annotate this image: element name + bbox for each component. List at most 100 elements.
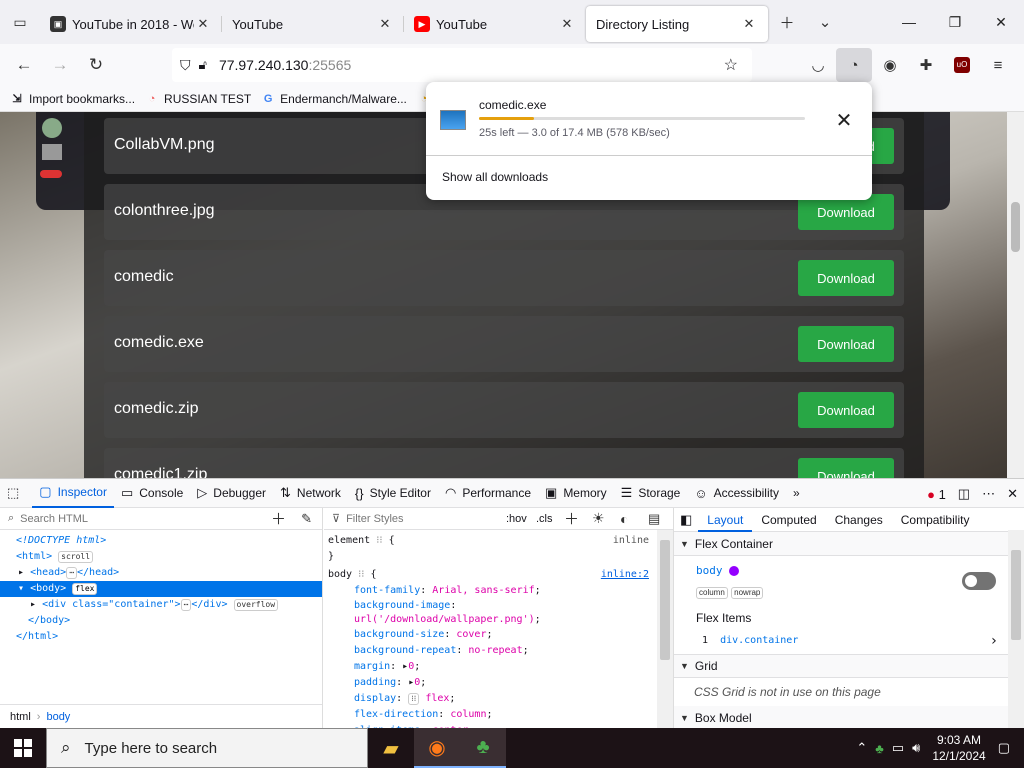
tab-inspector[interactable]: ▢ Inspector bbox=[32, 478, 114, 508]
cancel-download-button[interactable]: ✕ bbox=[830, 106, 858, 134]
flex-badge[interactable]: flex bbox=[72, 583, 98, 595]
error-counter[interactable]: ● 1 bbox=[927, 487, 946, 502]
download-button[interactable]: Download bbox=[798, 458, 894, 478]
css-declaration[interactable]: font-family: Arial, sans-serif; bbox=[328, 583, 669, 599]
hover-states-button[interactable]: :hov bbox=[506, 513, 527, 525]
toggle-sidebar-button[interactable]: ◧ bbox=[674, 508, 698, 532]
bookmark-star-icon[interactable]: ☆ bbox=[724, 55, 738, 75]
tab-performance[interactable]: ◠ Performance bbox=[438, 478, 538, 508]
expand-arrow-icon[interactable]: ▸ bbox=[30, 599, 36, 610]
tree-node-doctype[interactable]: <!DOCTYPE html> bbox=[0, 533, 322, 549]
page-scrollbar[interactable] bbox=[1007, 112, 1024, 478]
rule-source-link[interactable]: inline:2 bbox=[601, 567, 649, 583]
css-declaration[interactable]: flex-direction: column; bbox=[328, 707, 669, 723]
tree-node-html-close[interactable]: </html> bbox=[0, 629, 322, 645]
bookmark-endermanch[interactable]: G Endermanch/Malware... bbox=[261, 92, 407, 106]
reload-button[interactable]: ↻ bbox=[78, 49, 114, 81]
light-theme-icon[interactable]: ☀ bbox=[592, 510, 605, 527]
tab-youtube-2018[interactable]: ▣ YouTube in 2018 - Web ✕ bbox=[40, 6, 222, 42]
volume-icon[interactable]: 🔊︎ bbox=[912, 740, 920, 756]
collapsed-content-icon[interactable]: ⋯ bbox=[180, 599, 192, 611]
eyedropper-icon[interactable]: ✎ bbox=[301, 511, 312, 527]
tree-node-head[interactable]: ▸ <head> ⋯ </head> bbox=[0, 565, 322, 581]
tab-debugger[interactable]: ▷ Debugger bbox=[190, 478, 273, 508]
scroll-badge[interactable]: scroll bbox=[58, 551, 94, 563]
tree-node-body[interactable]: ▾ <body> flex bbox=[0, 581, 322, 597]
tray-app-icon[interactable]: ♣ bbox=[875, 741, 884, 756]
tab-storage[interactable]: ☰ Storage bbox=[614, 478, 688, 508]
search-html-input[interactable]: Search HTML bbox=[20, 513, 88, 525]
dark-theme-icon[interactable]: ◐ bbox=[620, 511, 628, 527]
html-search-bar[interactable]: ⌕ Search HTML ＋ ✎ bbox=[0, 508, 322, 530]
rules-scrollbar[interactable] bbox=[657, 530, 673, 728]
clock[interactable]: 9:03 AM 12/1/2024 bbox=[932, 732, 985, 764]
downloads-button[interactable]: ◔ bbox=[836, 48, 872, 82]
flexbox-overlay-toggle[interactable] bbox=[962, 572, 996, 590]
close-tab-icon[interactable]: ✕ bbox=[194, 16, 212, 32]
chevron-up-icon[interactable]: ⌃ bbox=[856, 740, 867, 756]
scrollbar-thumb[interactable] bbox=[1011, 202, 1020, 252]
add-node-icon[interactable]: ＋ bbox=[271, 508, 286, 529]
tab-youtube-1[interactable]: YouTube ✕ bbox=[222, 6, 404, 42]
layout-scrollbar[interactable] bbox=[1008, 530, 1024, 728]
file-explorer-icon[interactable]: ▰ bbox=[368, 728, 414, 768]
shield-icon[interactable]: ⛉ bbox=[180, 57, 191, 74]
tree-node-div-container[interactable]: ▸ <div class="container"> ⋯ </div> overflo… bbox=[0, 597, 322, 613]
notifications-icon[interactable]: ▢ bbox=[998, 740, 1010, 756]
back-button[interactable]: ← bbox=[6, 49, 42, 81]
collapse-arrow-icon[interactable]: ▾ bbox=[18, 583, 24, 594]
breadcrumb-item[interactable]: body bbox=[46, 711, 70, 723]
download-button[interactable]: Download bbox=[798, 260, 894, 296]
show-all-downloads-link[interactable]: Show all downloads bbox=[442, 170, 548, 184]
tree-node-html[interactable]: <html> scroll bbox=[0, 549, 322, 565]
scrollbar-thumb[interactable] bbox=[1011, 550, 1021, 640]
firefox-icon[interactable]: ◉ bbox=[414, 728, 460, 768]
start-button[interactable] bbox=[0, 728, 46, 768]
forward-button[interactable]: → bbox=[42, 49, 78, 81]
flex-container-section-header[interactable]: ▼ Flex Container bbox=[674, 532, 1024, 556]
dock-side-button[interactable]: ◫ bbox=[958, 486, 970, 502]
download-button[interactable]: Download bbox=[798, 392, 894, 428]
css-declaration[interactable]: display: ⁝⁝ flex; bbox=[328, 691, 669, 707]
close-tab-icon[interactable]: ✕ bbox=[376, 16, 394, 32]
tab-overflow-button[interactable]: ⌄ bbox=[806, 0, 844, 44]
taskbar-search[interactable]: ⌕ Type here to search bbox=[46, 728, 368, 768]
css-declaration[interactable]: padding: ▸0; bbox=[328, 675, 669, 691]
tab-youtube-2[interactable]: ▶ YouTube ✕ bbox=[404, 6, 586, 42]
list-all-tabs-button[interactable]: ▭ bbox=[0, 0, 40, 44]
more-tools-button[interactable]: » bbox=[786, 478, 807, 508]
box-model-section-header[interactable]: ▼ Box Model bbox=[674, 706, 1024, 728]
ublock-button[interactable]: uO bbox=[944, 48, 980, 82]
pocket-button[interactable]: ◡ bbox=[800, 48, 836, 82]
print-media-icon[interactable]: ▤ bbox=[648, 511, 660, 527]
element-picker-button[interactable]: ⬚ bbox=[0, 478, 32, 508]
css-declaration[interactable]: margin: ▸0; bbox=[328, 659, 669, 675]
css-declaration[interactable]: background-size: cover; bbox=[328, 627, 669, 643]
close-window-button[interactable]: ✕ bbox=[978, 0, 1024, 44]
filter-styles-input[interactable]: Filter Styles bbox=[346, 513, 403, 525]
add-rule-icon[interactable]: ＋ bbox=[564, 508, 579, 529]
tab-memory[interactable]: ▣ Memory bbox=[538, 478, 614, 508]
flex-item-row[interactable]: 1 div.container › bbox=[674, 628, 1024, 654]
new-tab-button[interactable]: ＋ bbox=[768, 0, 806, 44]
network-icon[interactable]: ▭ bbox=[892, 740, 904, 756]
flex-element-name[interactable]: body bbox=[696, 564, 723, 577]
app-icon[interactable]: ♣ bbox=[460, 728, 506, 768]
grid-section-header[interactable]: ▼ Grid bbox=[674, 654, 1024, 678]
flexbox-highlighter-icon[interactable]: ⁝⁝ bbox=[408, 693, 420, 705]
tab-directory-listing[interactable]: Directory Listing ✕ bbox=[586, 6, 768, 42]
overflow-badge[interactable]: overflow bbox=[233, 599, 279, 611]
close-tab-icon[interactable]: ✕ bbox=[740, 16, 758, 32]
css-declaration[interactable]: background-repeat: no-repeat; bbox=[328, 643, 669, 659]
tab-style-editor[interactable]: {} Style Editor bbox=[348, 478, 438, 508]
tab-layout[interactable]: Layout bbox=[698, 508, 753, 532]
css-declaration[interactable]: background-image: url('/download/wallpap… bbox=[328, 599, 588, 627]
devtools-menu-button[interactable]: ⋯ bbox=[982, 486, 995, 502]
classes-button[interactable]: .cls bbox=[536, 513, 553, 525]
lock-icon[interactable]: 🔓︎ bbox=[199, 57, 207, 73]
menu-button[interactable]: ≡ bbox=[980, 48, 1016, 82]
breadcrumb-item[interactable]: html bbox=[10, 711, 31, 723]
url-bar[interactable]: ⛉ 🔓︎ 77.97.240.130:25565 ☆ bbox=[172, 48, 752, 82]
minimize-button[interactable]: — bbox=[886, 0, 932, 44]
account-button[interactable]: ◉ bbox=[872, 48, 908, 82]
